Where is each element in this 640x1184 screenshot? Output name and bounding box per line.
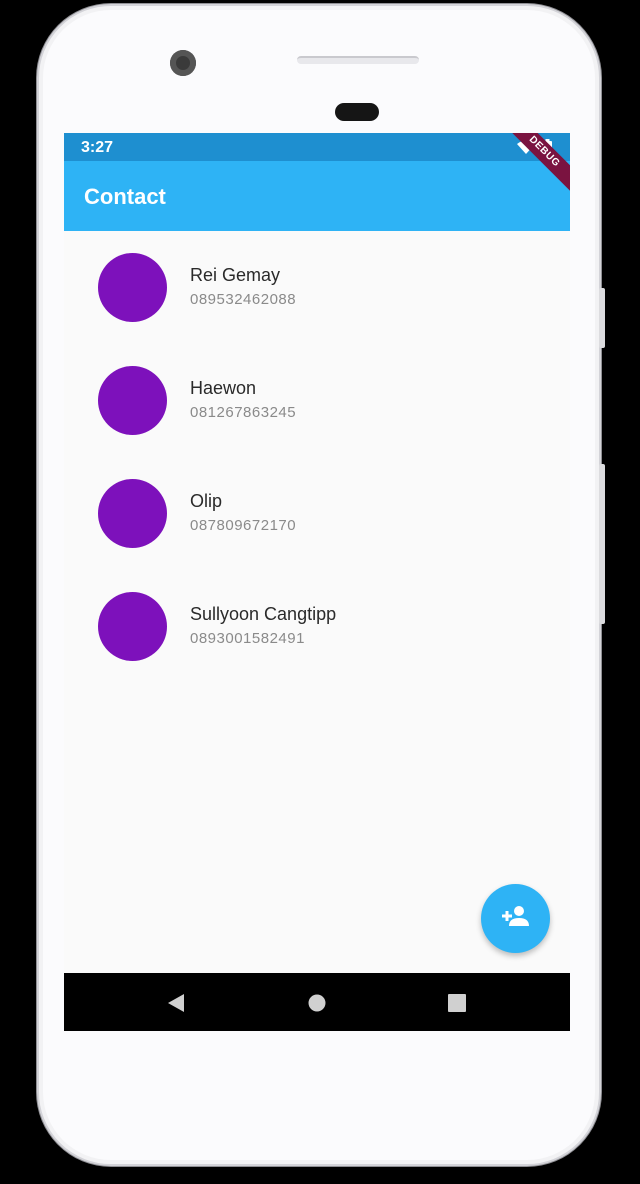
avatar — [98, 253, 167, 322]
status-time: 3:27 — [81, 139, 114, 156]
contact-phone: 081267863245 — [190, 404, 297, 421]
volume-rocker — [599, 464, 605, 624]
list-item[interactable]: Haewon 081267863245 — [64, 344, 570, 457]
contact-name: Sullyoon Cangtipp — [190, 604, 337, 624]
add-contact-button[interactable] — [481, 884, 550, 953]
contact-phone: 0893001582491 — [190, 630, 305, 647]
earpiece-speaker — [297, 56, 419, 64]
contact-phone: 089532462088 — [190, 291, 297, 308]
contact-name: Haewon — [190, 378, 257, 398]
contact-phone: 087809672170 — [190, 517, 297, 534]
power-button — [599, 288, 605, 348]
status-bar: 3:27 — [64, 133, 570, 161]
contact-name: Rei Gemay — [190, 265, 281, 285]
page-title: Contact — [84, 184, 166, 209]
app-bar: Contact — [64, 161, 570, 231]
avatar — [98, 592, 167, 661]
list-item[interactable]: Rei Gemay 089532462088 — [64, 231, 570, 344]
recents-icon[interactable] — [446, 992, 468, 1014]
add-person-icon — [501, 905, 530, 932]
list-item[interactable]: Olip 087809672170 — [64, 457, 570, 570]
avatar — [98, 366, 167, 435]
front-camera — [170, 50, 196, 76]
contact-name: Olip — [190, 491, 223, 511]
avatar — [98, 479, 167, 548]
device-screen: 3:27 DEBUG Contact Rei Gemay 08953246208… — [64, 133, 570, 1031]
list-item[interactable]: Sullyoon Cangtipp 0893001582491 — [64, 570, 570, 683]
system-nav-bar — [64, 973, 570, 1031]
proximity-sensor — [335, 103, 379, 121]
back-icon[interactable] — [165, 992, 187, 1014]
home-icon[interactable] — [306, 992, 328, 1014]
